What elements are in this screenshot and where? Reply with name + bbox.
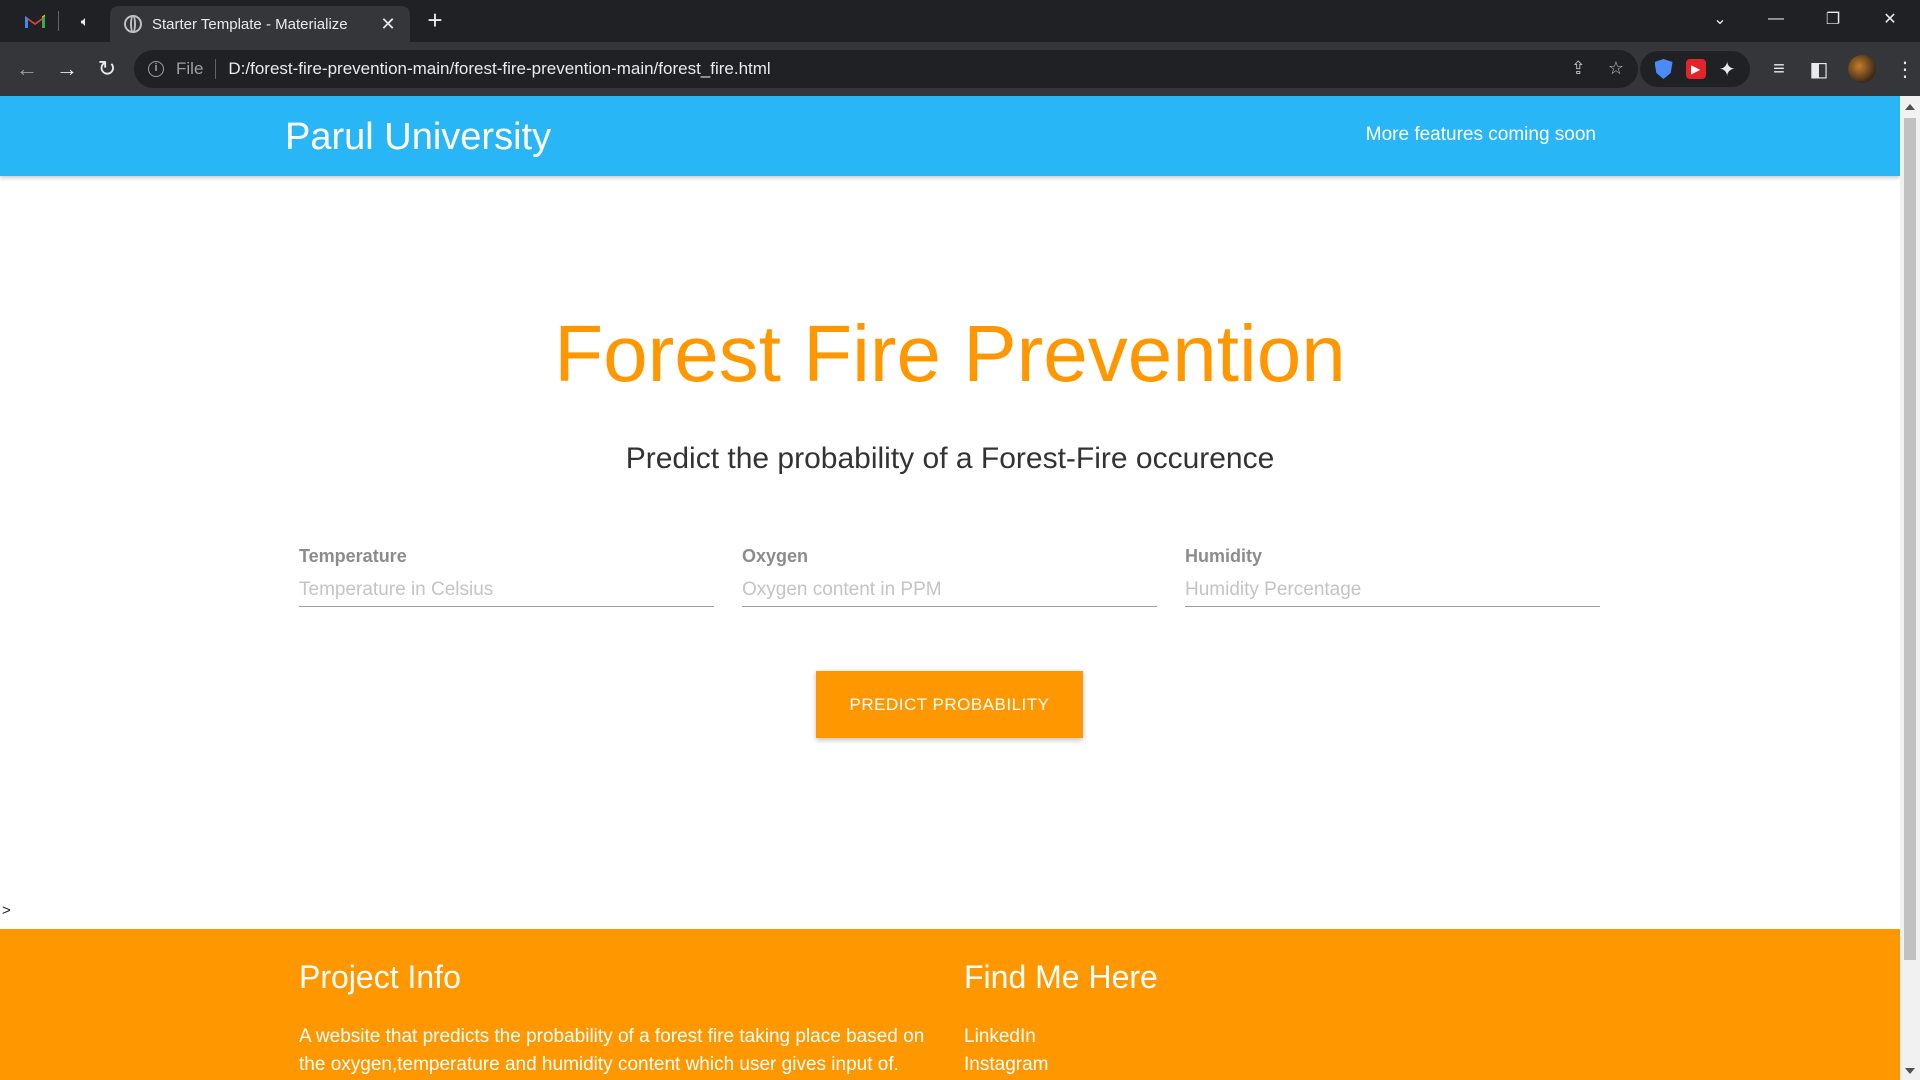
pinned-tab-gmail[interactable] bbox=[10, 0, 60, 42]
address-separator bbox=[215, 59, 217, 79]
oxygen-field: Oxygen bbox=[742, 546, 1157, 607]
omnibox-actions: ⇪ ☆ bbox=[1571, 58, 1624, 79]
close-window-button[interactable]: ✕ bbox=[1862, 0, 1918, 38]
temperature-label: Temperature bbox=[299, 546, 407, 566]
new-tab-button[interactable]: + bbox=[420, 6, 450, 36]
bitwarden-shield-icon[interactable] bbox=[1654, 59, 1673, 79]
footer-project-text: A website that predicts the probability … bbox=[299, 1026, 925, 1075]
address-url[interactable]: D:/forest-fire-prevention-main/forest-fi… bbox=[228, 59, 770, 79]
predict-probability-button[interactable]: PREDICT PROBABILITY bbox=[816, 671, 1083, 738]
scroll-up-arrow-icon[interactable] bbox=[1905, 104, 1915, 110]
scroll-down-arrow-icon[interactable] bbox=[1905, 1068, 1915, 1074]
share-icon[interactable]: ⇪ bbox=[1571, 58, 1586, 79]
scroll-thumb[interactable] bbox=[1904, 118, 1916, 960]
humidity-input[interactable] bbox=[1185, 573, 1600, 607]
reload-button[interactable]: ↻ bbox=[92, 54, 122, 84]
back-button[interactable]: ← bbox=[12, 54, 42, 84]
humidity-label: Humidity bbox=[1185, 546, 1263, 566]
tab-title: Starter Template - Materialize bbox=[152, 15, 348, 33]
forward-button[interactable]: → bbox=[52, 54, 82, 84]
page-subtitle: Predict the probability of a Forest-Fire… bbox=[625, 442, 1275, 475]
profile-avatar[interactable] bbox=[1848, 55, 1876, 83]
bookmark-star-icon[interactable]: ☆ bbox=[1608, 58, 1624, 79]
temperature-field: Temperature bbox=[299, 546, 714, 607]
globe-icon bbox=[124, 15, 142, 33]
site-brand[interactable]: Parul University bbox=[285, 116, 551, 159]
footer-link-instagram[interactable]: Instagram bbox=[964, 1051, 1048, 1079]
side-panel-icon[interactable]: ◧ bbox=[1808, 57, 1830, 82]
gmail-icon bbox=[24, 13, 46, 29]
page-scrollbar[interactable] bbox=[1900, 96, 1920, 1080]
browser-toolbar: ← → ↻ i File D:/forest-fire-prevention-m… bbox=[0, 42, 1920, 96]
footer-links: LinkedIn Instagram bbox=[964, 1023, 1048, 1079]
address-scheme: File bbox=[176, 59, 204, 78]
page-viewport: Parul University More features coming so… bbox=[0, 96, 1900, 1080]
site-navbar: Parul University More features coming so… bbox=[0, 96, 1900, 176]
extension-pill: ▶ ✦ bbox=[1640, 51, 1750, 87]
active-tab[interactable]: Starter Template - Materialize ✕ bbox=[110, 6, 410, 42]
page-footer: Project Info A website that predicts the… bbox=[0, 929, 1900, 1080]
extensions-puzzle-icon[interactable]: ✦ bbox=[1719, 57, 1736, 82]
info-icon[interactable]: i bbox=[148, 61, 164, 77]
stray-text: > bbox=[2, 902, 11, 919]
footer-project-title: Project Info bbox=[299, 959, 461, 995]
nav-link-features[interactable]: More features coming soon bbox=[1366, 124, 1596, 146]
menu-kebab-icon[interactable]: ⋮ bbox=[1894, 57, 1916, 82]
oxygen-label: Oxygen bbox=[742, 546, 809, 566]
extensions-area: ▶ ✦ ≡ ◧ ⋮ bbox=[1640, 51, 1916, 87]
browser-tab-strip: 🔈︎ Starter Template - Materialize ✕ + ⌄ … bbox=[0, 0, 1920, 42]
footer-find-title: Find Me Here bbox=[964, 959, 1158, 995]
pinned-tab-audio[interactable]: 🔈︎ bbox=[60, 0, 110, 42]
temperature-input[interactable] bbox=[299, 573, 714, 607]
close-tab-icon[interactable]: ✕ bbox=[378, 14, 398, 35]
speaker-icon: 🔈︎ bbox=[80, 12, 90, 29]
oxygen-input[interactable] bbox=[742, 573, 1157, 607]
media-queue-icon[interactable]: ≡ bbox=[1768, 58, 1790, 81]
address-bar[interactable]: i File D:/forest-fire-prevention-main/fo… bbox=[134, 50, 1638, 88]
footer-link-linkedin[interactable]: LinkedIn bbox=[964, 1023, 1048, 1051]
minimize-button[interactable]: — bbox=[1748, 0, 1804, 38]
tab-separator bbox=[58, 11, 59, 31]
extension-red-icon[interactable]: ▶ bbox=[1685, 59, 1706, 79]
restore-button[interactable]: ❐ bbox=[1805, 0, 1861, 38]
page-title: Forest Fire Prevention bbox=[554, 309, 1346, 398]
tab-search-icon[interactable]: ⌄ bbox=[1692, 0, 1748, 38]
humidity-field: Humidity bbox=[1185, 546, 1600, 607]
